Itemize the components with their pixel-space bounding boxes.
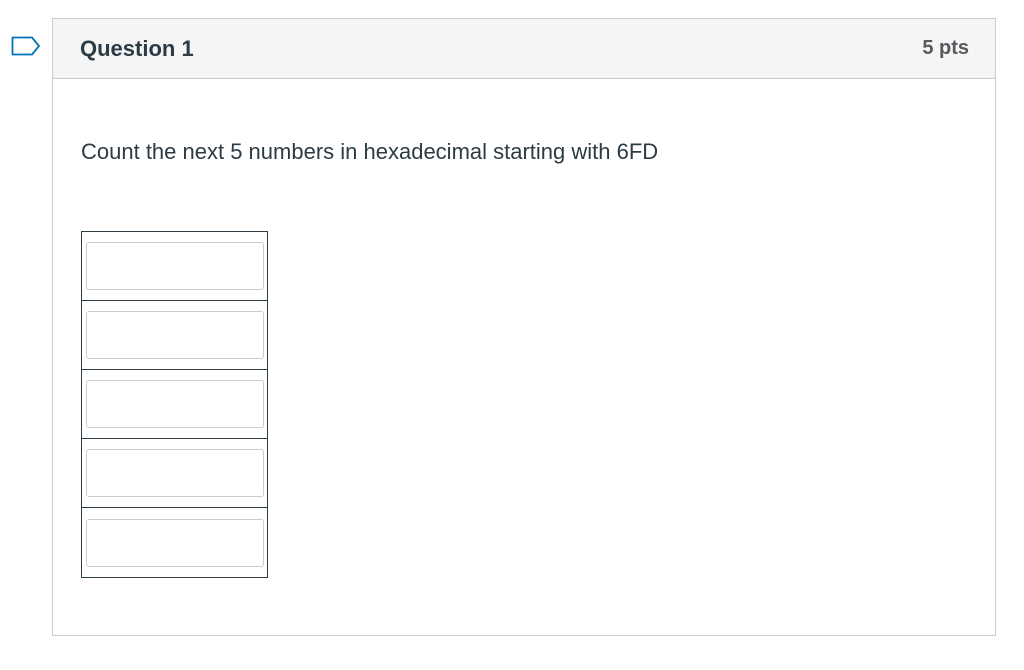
answer-table (81, 231, 268, 578)
answer-row-4 (82, 439, 267, 508)
question-card: Question 1 5 pts Count the next 5 number… (52, 18, 996, 636)
bookmark-flag-icon[interactable] (11, 36, 41, 56)
answer-row-1 (82, 232, 267, 301)
question-header: Question 1 5 pts (53, 19, 995, 79)
answer-row-2 (82, 301, 267, 370)
answer-input-3[interactable] (85, 380, 264, 428)
question-text: Count the next 5 numbers in hexadecimal … (81, 139, 659, 164)
question-title: Question 1 (80, 35, 194, 61)
answer-row-5 (82, 508, 267, 577)
answer-input-2[interactable] (85, 311, 264, 359)
answer-input-1[interactable] (85, 242, 264, 290)
answer-input-4[interactable] (85, 449, 264, 497)
answer-row-3 (82, 370, 267, 439)
answer-input-5[interactable] (85, 518, 264, 567)
question-points: 5 pts (922, 37, 969, 59)
